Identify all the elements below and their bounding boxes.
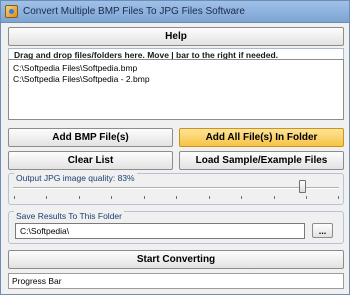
title-bar[interactable]: Convert Multiple BMP Files To JPG Files …	[1, 1, 349, 23]
app-window: Convert Multiple BMP Files To JPG Files …	[0, 0, 350, 295]
add-files-button[interactable]: Add BMP File(s)	[8, 128, 173, 147]
slider-tick	[46, 196, 47, 199]
window-title: Convert Multiple BMP Files To JPG Files …	[23, 6, 245, 17]
slider-tick	[338, 196, 339, 199]
browse-folder-button[interactable]: ...	[312, 223, 333, 238]
app-icon	[5, 5, 18, 18]
progress-label: Progress Bar	[12, 276, 62, 286]
slider-tick	[274, 196, 275, 199]
progress-bar: Progress Bar	[8, 273, 344, 289]
output-folder-label: Save Results To This Folder	[14, 211, 124, 221]
help-button[interactable]: Help	[8, 27, 344, 46]
load-sample-button[interactable]: Load Sample/Example Files	[179, 151, 344, 170]
add-folder-button[interactable]: Add All File(s) In Folder	[179, 128, 344, 147]
start-converting-button[interactable]: Start Converting	[8, 250, 344, 269]
slider-tick	[241, 196, 242, 199]
output-folder-input[interactable]: C:\Softpedia\	[15, 223, 305, 239]
slider-tick	[209, 196, 210, 199]
clear-list-button[interactable]: Clear List	[8, 151, 173, 170]
slider-tick	[79, 196, 80, 199]
slider-tick	[111, 196, 112, 199]
slider-tick	[176, 196, 177, 199]
quality-group: Output JPG image quality: 83%	[8, 173, 344, 205]
slider-tick	[144, 196, 145, 199]
slider-tick	[14, 196, 15, 199]
quality-slider-track[interactable]	[13, 187, 339, 189]
list-item[interactable]: C:\Softpedia Files\Softpedia.bmp	[13, 63, 137, 73]
quality-slider-thumb[interactable]	[299, 180, 306, 193]
quality-label: Output JPG image quality: 83%	[14, 173, 137, 183]
list-item[interactable]: C:\Softpedia Files\Softpedia - 2.bmp	[13, 74, 150, 84]
file-list[interactable]: C:\Softpedia Files\Softpedia.bmp C:\Soft…	[8, 59, 344, 120]
slider-tick	[306, 196, 307, 199]
